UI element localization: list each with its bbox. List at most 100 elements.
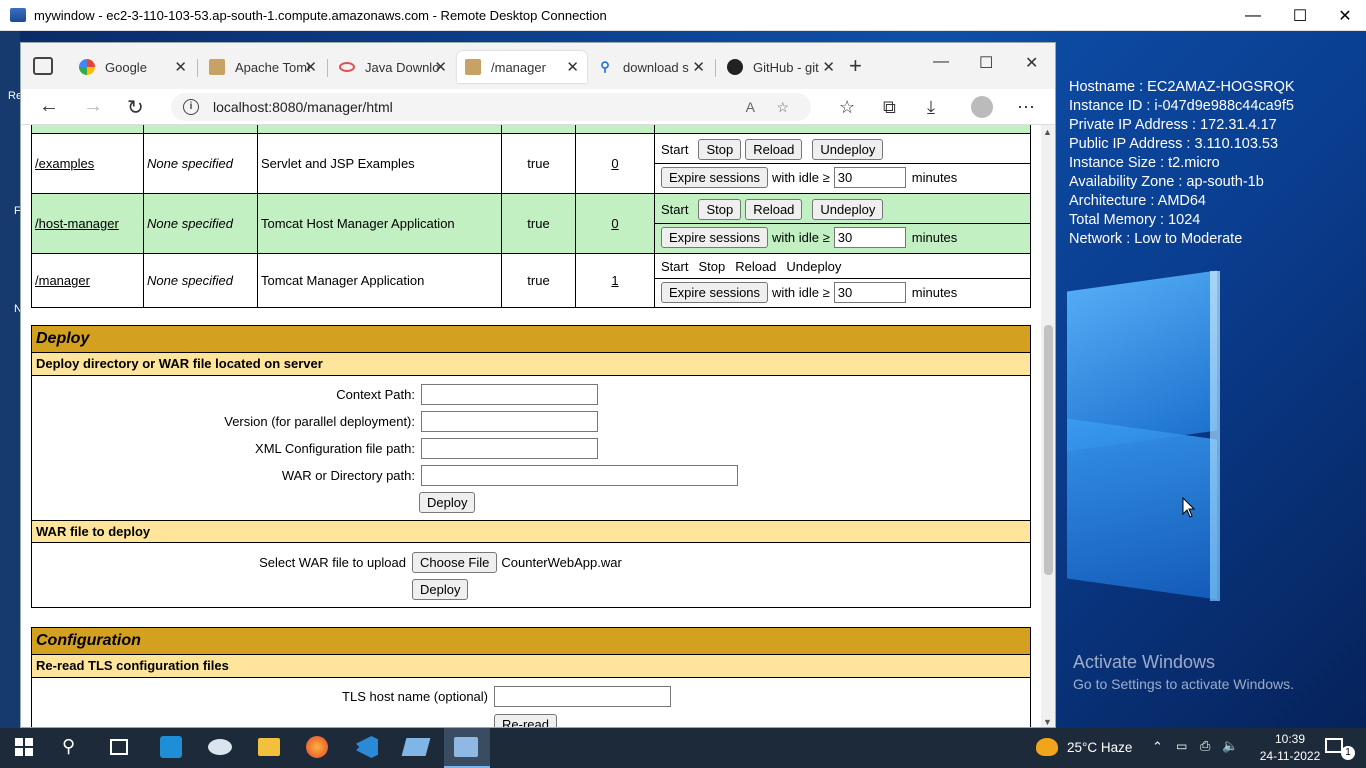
app-path-link[interactable]: /examples (35, 156, 94, 171)
version-input[interactable] (421, 411, 598, 432)
profile-avatar[interactable] (971, 96, 993, 118)
app-display-name: Servlet and JSP Examples (257, 133, 502, 194)
deploy-server-button[interactable]: Deploy (419, 492, 476, 513)
app-path-link[interactable]: /manager (35, 273, 90, 288)
file-explorer-icon[interactable] (258, 738, 280, 756)
favorites-icon[interactable]: ☆ (839, 97, 855, 118)
chosen-file-name: CounterWebApp.war (501, 555, 622, 570)
clock-time[interactable]: 10:39 (1260, 732, 1320, 746)
weather-text[interactable]: 25°C Haze (1067, 740, 1132, 755)
scroll-up-icon[interactable]: ▲ (1043, 127, 1052, 137)
tab-github[interactable]: GitHub - git ✕ (719, 51, 843, 83)
close-tab-icon[interactable]: ✕ (174, 58, 187, 76)
url-text[interactable]: localhost:8080/manager/html (213, 99, 393, 115)
downloads-icon[interactable]: ⤓ (927, 97, 935, 118)
scrollbar-thumb[interactable] (1044, 325, 1053, 575)
tab-manager[interactable]: /manager ✕ (457, 51, 587, 83)
outlook-app-icon[interactable] (160, 736, 182, 758)
back-icon[interactable]: ← (39, 95, 59, 118)
undeploy-button[interactable]: Undeploy (812, 198, 884, 220)
app-sessions-link[interactable]: 0 (611, 216, 618, 231)
deploy-war-button[interactable]: Deploy (412, 579, 469, 600)
total-memory: Total Memory : 1024 (1069, 212, 1201, 228)
app-sessions-link[interactable]: 1 (611, 273, 618, 288)
expire-sessions-button[interactable]: Expire sessions (661, 282, 769, 303)
close-button[interactable]: ✕ (1322, 0, 1366, 31)
forward-icon[interactable]: → (83, 95, 103, 118)
war-path-input[interactable] (421, 465, 738, 486)
close-tab-icon[interactable]: ✕ (434, 58, 447, 76)
close-tab-icon[interactable]: ✕ (304, 58, 317, 76)
chevron-up-icon[interactable]: ⌃ (1152, 739, 1163, 755)
page-scrollbar[interactable]: ▲ ▼ (1041, 125, 1055, 727)
context-path-row: Context Path: (32, 384, 598, 405)
close-tab-icon[interactable]: ✕ (566, 58, 579, 76)
with-idle-label: with idle ≥ (772, 285, 830, 300)
with-idle-label: with idle ≥ (772, 170, 830, 185)
start-button[interactable] (15, 738, 33, 756)
expire-sessions-button[interactable]: Expire sessions (661, 167, 769, 188)
app-running: true (501, 253, 576, 308)
browser-minimize-button[interactable]: — (933, 53, 949, 71)
tab-download-search[interactable]: ⚲ download s ✕ (589, 51, 713, 83)
app-sessions-link[interactable]: 0 (611, 156, 618, 171)
app-icon[interactable] (401, 738, 431, 756)
collections-icon[interactable]: ⧉ (883, 97, 896, 118)
stop-button[interactable]: Stop (698, 138, 742, 160)
private-ip: Private IP Address : 172.31.4.17 (1069, 117, 1277, 133)
browser-maximize-button[interactable]: ☐ (979, 53, 993, 73)
close-tab-icon[interactable]: ✕ (822, 58, 835, 76)
stop-button[interactable]: Stop (698, 198, 742, 220)
tab-actions-icon[interactable] (33, 57, 53, 75)
refresh-icon[interactable]: ↻ (127, 95, 144, 120)
tab-apache-tomcat[interactable]: Apache Tomcat ✕ (201, 51, 325, 83)
browser-window: Google ✕ Apache Tomcat ✕ Java Download ✕… (20, 42, 1056, 728)
deploy-server-subheading: Deploy directory or WAR file located on … (32, 353, 1030, 376)
read-aloud-icon[interactable]: A (746, 99, 755, 115)
tls-host-input[interactable] (494, 686, 671, 707)
search-icon[interactable]: ⚲ (62, 736, 75, 757)
tls-host-row: TLS host name (optional) (32, 686, 671, 707)
volume-icon[interactable]: 🔈 (1222, 738, 1238, 754)
clock-date[interactable]: 24-11-2022 (1245, 749, 1335, 763)
browser-close-button[interactable]: ✕ (1025, 53, 1038, 73)
choose-file-button[interactable]: Choose File (412, 552, 498, 573)
vscode-icon[interactable] (356, 736, 378, 758)
scroll-down-icon[interactable]: ▼ (1043, 717, 1052, 727)
remote-app-icon[interactable] (208, 739, 232, 755)
app-path-link[interactable]: /host-manager (35, 216, 119, 231)
maximize-button[interactable]: ☐ (1277, 0, 1323, 31)
more-menu-icon[interactable]: ⋯ (1017, 97, 1035, 118)
minimize-button[interactable]: — (1230, 0, 1276, 31)
idle-minutes-input[interactable]: 30 (833, 227, 906, 248)
task-view-icon[interactable] (110, 739, 128, 755)
new-tab-button[interactable]: + (849, 53, 862, 79)
network-icon[interactable]: ⎙ (1200, 738, 1210, 754)
start-label: Start (661, 258, 689, 274)
xml-path-input[interactable] (421, 438, 598, 459)
reread-button[interactable]: Re-read (494, 714, 557, 727)
expire-sessions-button[interactable]: Expire sessions (661, 227, 769, 248)
app-display-name: Tomcat Manager Application (257, 253, 502, 308)
favorite-star-icon[interactable]: ☆ (776, 99, 789, 116)
idle-minutes-input[interactable]: 30 (833, 167, 906, 188)
reload-button[interactable]: Reload (745, 138, 803, 160)
context-path-input[interactable] (421, 384, 598, 405)
reload-button[interactable]: Reload (745, 198, 803, 220)
tab-google[interactable]: Google ✕ (71, 51, 195, 83)
start-label: Start (661, 141, 689, 157)
undeploy-button[interactable]: Undeploy (812, 138, 884, 160)
minutes-label: minutes (911, 230, 958, 245)
table-row: /examples None specified Servlet and JSP… (31, 133, 1031, 194)
idle-minutes-input[interactable]: 30 (833, 282, 906, 303)
site-info-icon[interactable]: i (183, 99, 199, 115)
firefox-icon[interactable] (306, 736, 328, 758)
address-bar[interactable]: i localhost:8080/manager/html ☆ A (171, 93, 811, 121)
tab-java-download[interactable]: Java Download ✕ (331, 51, 455, 83)
instance-size: Instance Size : t2.micro (1069, 155, 1220, 171)
start-label: Start (661, 201, 689, 217)
device-icon[interactable]: ▭ (1176, 739, 1187, 753)
close-tab-icon[interactable]: ✕ (692, 58, 705, 76)
manager-page: /examples None specified Servlet and JSP… (21, 125, 1041, 727)
network: Network : Low to Moderate (1069, 231, 1243, 247)
